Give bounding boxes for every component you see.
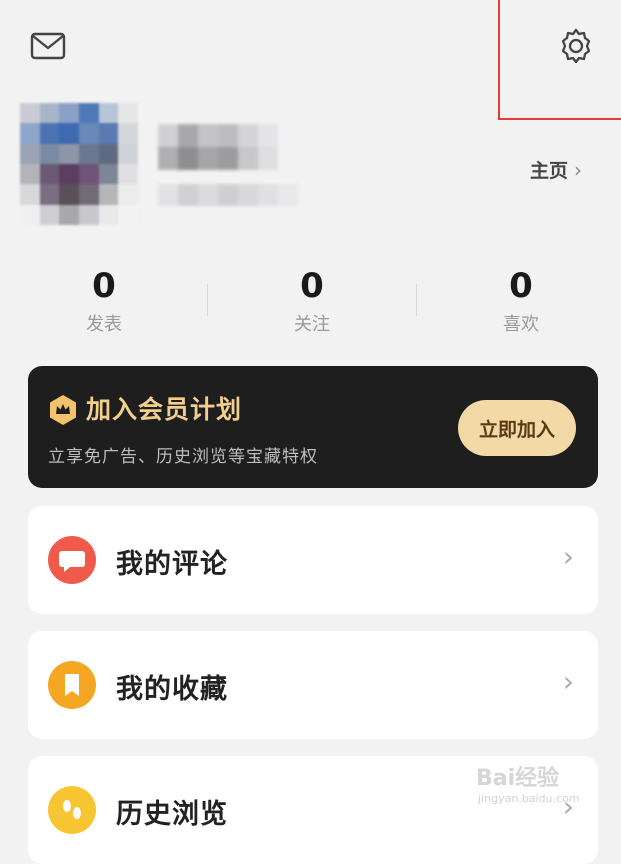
avatar-pixel	[118, 184, 138, 205]
avatar-pixel	[78, 204, 99, 225]
info-pixel	[238, 184, 258, 206]
member-title: 加入会员计划	[86, 395, 243, 424]
footprint-icon	[48, 786, 96, 834]
menu-item-label: 我的评论	[116, 549, 228, 580]
avatar-pixel	[98, 143, 119, 164]
member-subtitle: 立享免广告、历史浏览等宝藏特权	[48, 447, 318, 467]
menu-item-label: 我的收藏	[116, 674, 228, 705]
name-pixel	[238, 147, 258, 170]
menu-item-favorites[interactable]: 我的收藏 ›	[28, 631, 598, 739]
stat-value: 0	[509, 266, 533, 306]
stat-following[interactable]: 0 关注	[262, 266, 362, 336]
avatar-pixel	[59, 123, 79, 144]
avatar-pixel	[78, 123, 99, 144]
name-pixel	[218, 147, 238, 170]
homepage-label: 主页	[530, 160, 569, 182]
name-pixel	[198, 147, 218, 170]
divider	[416, 284, 417, 316]
menu-item-comments[interactable]: 我的评论 ›	[28, 506, 598, 614]
avatar-pixel	[78, 143, 99, 164]
avatar-pixel	[20, 143, 40, 164]
stat-label: 喜欢	[503, 314, 539, 335]
crown-icon	[48, 394, 78, 426]
avatar-pixel	[20, 123, 40, 144]
avatar-pixel	[78, 164, 99, 185]
stat-value: 0	[92, 266, 116, 306]
name-pixel	[178, 147, 198, 170]
chevron-right-icon: ›	[562, 540, 574, 573]
stat-posts[interactable]: 0 发表	[54, 266, 154, 336]
stat-label: 关注	[294, 314, 330, 335]
avatar-pixel	[98, 204, 119, 225]
avatar-pixel	[39, 103, 60, 124]
avatar-pixel	[118, 204, 138, 225]
avatar-pixel	[98, 184, 119, 205]
name-pixel	[218, 124, 238, 147]
avatar-pixel	[118, 103, 138, 124]
name-pixel	[238, 124, 258, 147]
stat-label: 发表	[86, 314, 122, 335]
avatar-pixel	[59, 103, 79, 124]
homepage-link[interactable]: 主页 ›	[530, 156, 582, 183]
name-pixel	[158, 124, 178, 147]
avatar-pixel	[20, 184, 40, 205]
divider	[207, 284, 208, 316]
avatar-pixel	[20, 164, 40, 185]
info-pixel	[178, 184, 198, 206]
avatar-pixel	[59, 184, 79, 205]
chevron-right-icon: ›	[562, 665, 574, 698]
member-banner[interactable]: 加入会员计划 立享免广告、历史浏览等宝藏特权 立即加入	[28, 366, 598, 488]
menu-item-label: 历史浏览	[116, 799, 228, 830]
info-pixel	[218, 184, 238, 206]
stat-value: 0	[300, 266, 324, 306]
avatar-pixel	[98, 123, 119, 144]
name-pixel	[198, 124, 218, 147]
avatar-pixel	[98, 103, 119, 124]
name-pixel	[178, 124, 198, 147]
avatar-pixel	[20, 204, 40, 225]
avatar-pixel	[78, 103, 99, 124]
bookmark-icon	[48, 661, 96, 709]
avatar-pixel	[78, 184, 99, 205]
info-pixel	[258, 184, 278, 206]
info-pixel	[158, 184, 178, 206]
avatar-pixel	[118, 143, 138, 164]
stat-likes[interactable]: 0 喜欢	[471, 266, 571, 336]
name-pixel	[258, 124, 278, 147]
join-now-button[interactable]: 立即加入	[458, 400, 576, 456]
avatar-pixel	[39, 164, 60, 185]
info-pixel	[278, 184, 298, 206]
avatar-pixel	[39, 143, 60, 164]
avatar-pixel	[118, 123, 138, 144]
avatar-pixel	[98, 164, 119, 185]
info-pixel	[198, 184, 218, 206]
settings-highlight-box	[498, 0, 621, 120]
username-blurred	[158, 124, 278, 170]
avatar-pixel	[118, 164, 138, 185]
avatar-pixel	[39, 184, 60, 205]
avatar-pixel	[20, 103, 40, 124]
avatar[interactable]	[20, 103, 138, 225]
avatar-pixel	[39, 204, 60, 225]
name-pixel	[158, 147, 178, 170]
user-info-blurred	[158, 184, 298, 206]
avatar-pixel	[39, 123, 60, 144]
mail-icon[interactable]	[30, 32, 66, 60]
watermark-brand: Bai经验	[476, 766, 560, 791]
avatar-pixel	[59, 164, 79, 185]
chevron-right-icon: ›	[574, 157, 583, 182]
comment-icon	[48, 536, 96, 584]
name-pixel	[258, 147, 278, 170]
avatar-pixel	[59, 204, 79, 225]
avatar-pixel	[59, 143, 79, 164]
watermark-url: jingyan.baidu.com	[478, 792, 580, 805]
